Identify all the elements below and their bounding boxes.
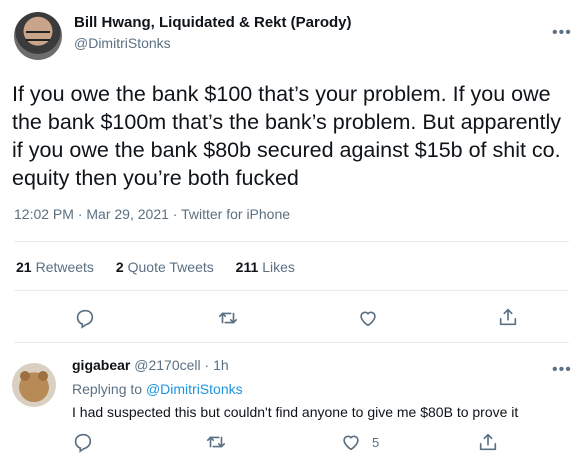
avatar-ear [38, 371, 48, 381]
reply-avatar[interactable] [12, 363, 56, 407]
reply-more-options-icon[interactable]: ••• [552, 361, 572, 379]
likes-label: Likes [262, 259, 295, 275]
tweet-meta: 12:02 PM · Mar 29, 2021 · Twitter for iP… [14, 206, 290, 222]
reply-like-count: 5 [372, 434, 380, 450]
reply-header: gigabear @2170cell · 1h [72, 357, 229, 373]
author-name[interactable]: Bill Hwang, Liquidated & Rekt (Parody) [74, 14, 352, 31]
replying-to-mention[interactable]: @DimitriStonks [146, 381, 243, 397]
share-icon[interactable] [496, 305, 520, 329]
divider [14, 342, 569, 343]
likes-stat[interactable]: 211 Likes [236, 259, 295, 275]
author-handle[interactable]: @DimitriStonks [74, 35, 171, 51]
reply-share-icon[interactable] [477, 431, 499, 453]
meta-separator: · [77, 206, 83, 222]
reply-author-handle[interactable]: @2170cell [134, 357, 200, 373]
reply-separator: · [204, 357, 210, 373]
reply-like-icon[interactable] [340, 431, 362, 453]
tweet-source[interactable]: Twitter for iPhone [181, 206, 290, 222]
retweets-label: Retweets [35, 259, 94, 275]
reply-retweet-icon[interactable] [205, 431, 227, 453]
reply-reply-icon[interactable] [72, 431, 94, 453]
quotes-label: Quote Tweets [127, 259, 214, 275]
replying-to: Replying to @DimitriStonks [72, 381, 243, 397]
tweet-date[interactable]: Mar 29, 2021 [86, 206, 169, 222]
reply-icon[interactable] [73, 306, 97, 330]
quote-tweets-stat[interactable]: 2 Quote Tweets [116, 259, 214, 275]
reply-like-button[interactable]: 5 [340, 431, 379, 453]
like-icon[interactable] [356, 306, 380, 330]
more-options-icon[interactable]: ••• [552, 24, 572, 42]
divider [14, 290, 569, 291]
reply-time[interactable]: 1h [213, 357, 229, 373]
tweet-stats: 21 Retweets 2 Quote Tweets 211 Likes [16, 259, 313, 275]
divider [14, 241, 569, 242]
quotes-count: 2 [115, 259, 124, 275]
avatar-ear [20, 371, 30, 381]
tweet-time[interactable]: 12:02 PM [14, 206, 74, 222]
replying-to-prefix: Replying to [72, 381, 143, 397]
retweets-count: 21 [16, 259, 32, 275]
likes-count: 211 [235, 259, 259, 275]
meta-separator: · [172, 206, 178, 222]
reply-author-name[interactable]: gigabear [72, 357, 130, 373]
tweet-text: If you owe the bank $100 that’s your pro… [12, 82, 562, 190]
author-avatar[interactable] [14, 12, 62, 60]
retweets-stat[interactable]: 21 Retweets [16, 259, 94, 275]
reply-text: I had suspected this but couldn't find a… [72, 404, 519, 420]
avatar-glasses [26, 31, 50, 41]
retweet-icon[interactable] [216, 306, 240, 330]
